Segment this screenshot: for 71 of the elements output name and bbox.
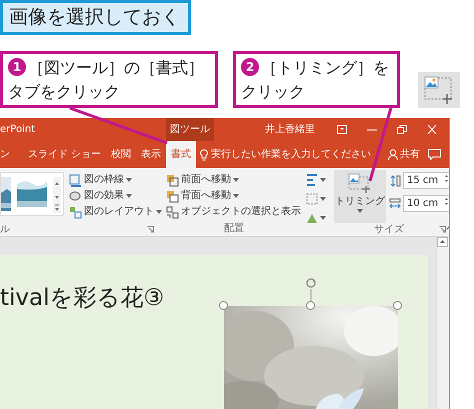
size-field[interactable]: 15 cm <box>403 172 449 189</box>
ribbon-command-button[interactable]: 背面へ移動 <box>164 188 304 204</box>
spinner-icon[interactable] <box>444 196 449 207</box>
caret-icon <box>126 178 132 182</box>
slide-title: tivalを彩る花③ <box>0 284 164 313</box>
user-name: 井上香緒里 <box>265 122 315 137</box>
rotate-handle[interactable] <box>305 277 317 302</box>
ribbon-tab[interactable]: 校閲 <box>106 141 136 168</box>
ribbon-command-button[interactable]: オブジェクトの選択と表示 <box>164 204 304 220</box>
resize-handle[interactable] <box>393 301 402 310</box>
ribbon-command-button[interactable]: 図のレイアウト <box>67 204 164 220</box>
command-icon <box>69 190 82 202</box>
width-icon <box>389 198 401 210</box>
lightbulb-icon[interactable] <box>200 148 208 160</box>
caret-icon <box>357 209 363 213</box>
dialog-launcher-icon[interactable] <box>439 226 446 233</box>
heading: 画像を選択しておく <box>0 0 191 35</box>
step-number: 2 <box>241 58 259 76</box>
crop-icon <box>347 172 373 194</box>
caret-icon <box>233 178 239 182</box>
caret-icon <box>320 216 326 220</box>
ribbon-command-button[interactable] <box>304 172 328 188</box>
ribbon-command-button[interactable]: 図の効果 <box>67 188 164 204</box>
callout-text: ［図ツール］の［書式］ <box>28 57 204 79</box>
resize-handle[interactable] <box>219 301 228 310</box>
command-icon <box>306 193 318 205</box>
ribbon-tab[interactable]: ン <box>0 141 15 168</box>
ribbon-command-button[interactable]: 前面へ移動 <box>164 172 304 188</box>
context-tab-label: 図ツール <box>166 118 214 141</box>
scroll-up-icon[interactable] <box>437 237 448 247</box>
caret-icon <box>233 194 239 198</box>
step-number: 1 <box>8 58 26 76</box>
caret-icon <box>156 210 162 214</box>
command-icon <box>69 206 82 218</box>
callout-text: ［トリミング］を <box>261 57 389 79</box>
size-field[interactable]: 10 cm <box>403 195 449 212</box>
ribbon-tab[interactable]: 表示 <box>136 141 166 168</box>
group-label: サイズ <box>374 223 404 236</box>
resize-handle[interactable] <box>306 301 315 310</box>
command-icon <box>166 174 179 186</box>
crop-icon <box>418 72 460 108</box>
command-icon <box>306 174 318 186</box>
height-icon <box>389 174 401 186</box>
picture-style-thumbnail[interactable] <box>1 177 11 211</box>
share-button[interactable]: 共有 <box>384 141 424 168</box>
command-icon <box>166 206 179 218</box>
command-icon <box>166 190 179 202</box>
spinner-icon[interactable] <box>444 173 449 184</box>
callout-text: タブをクリック <box>8 81 120 103</box>
caret-icon <box>320 197 326 201</box>
callout-text: クリック <box>241 81 305 103</box>
group-label: ル <box>0 223 10 236</box>
crop-button[interactable]: トリミング <box>334 170 386 223</box>
command-icon <box>306 212 318 224</box>
dialog-launcher-icon[interactable] <box>147 226 154 233</box>
window-title: erPoint <box>0 123 36 137</box>
comment-icon[interactable] <box>428 149 441 160</box>
ribbon-command-button[interactable]: 図の枠線 <box>67 172 164 188</box>
command-icon <box>69 174 82 186</box>
group-label: 配置 <box>224 223 244 234</box>
caret-icon <box>126 194 132 198</box>
ribbon-tab[interactable]: スライド ショー <box>23 141 106 168</box>
gallery-scroll-icon[interactable] <box>53 177 61 213</box>
ribbon-command-button[interactable] <box>304 191 328 207</box>
caret-icon <box>320 178 326 182</box>
person-icon <box>388 149 398 160</box>
tell-me-field[interactable]: 実行したい作業を入力してください <box>211 147 372 162</box>
ribbon-tab[interactable]: 書式 <box>166 141 196 168</box>
ribbon-display-icon[interactable] <box>337 125 347 134</box>
close-icon[interactable] <box>427 125 437 134</box>
restore-icon[interactable] <box>397 125 407 134</box>
